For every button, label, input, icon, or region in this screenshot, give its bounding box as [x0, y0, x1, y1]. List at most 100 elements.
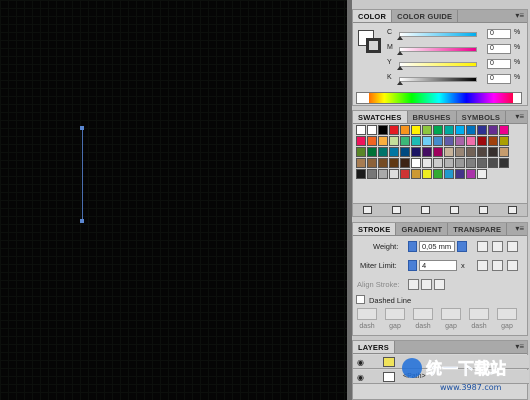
swatch-cell[interactable]	[389, 125, 399, 135]
slider-track-c[interactable]	[399, 32, 477, 37]
swatch-cell[interactable]	[400, 158, 410, 168]
swatch-cell[interactable]	[389, 158, 399, 168]
panel-menu-icon[interactable]: ▾≡	[515, 112, 524, 121]
slider-thumb-k[interactable]	[397, 81, 403, 85]
swatch-cell[interactable]	[356, 147, 366, 157]
slider-thumb-m[interactable]	[397, 51, 403, 55]
swatch-cell[interactable]	[367, 158, 377, 168]
swatch-cell[interactable]	[367, 147, 377, 157]
miter-stepper[interactable]	[408, 260, 417, 271]
show-swatch-kinds-icon[interactable]	[392, 206, 401, 214]
slider-track-k[interactable]	[399, 77, 477, 82]
swatch-cell[interactable]	[433, 136, 443, 146]
miter-join-icon[interactable]	[477, 260, 488, 271]
swatch-cell[interactable]	[477, 147, 487, 157]
swatch-cell[interactable]	[444, 147, 454, 157]
swatch-cell[interactable]	[411, 158, 421, 168]
swatch-cell[interactable]	[488, 147, 498, 157]
bevel-join-icon[interactable]	[507, 260, 518, 271]
swatch-cell[interactable]	[367, 136, 377, 146]
swatch-cell[interactable]	[499, 136, 509, 146]
swatch-cell[interactable]	[433, 158, 443, 168]
swatch-options-icon[interactable]	[421, 206, 430, 214]
swatch-cell[interactable]	[400, 169, 410, 179]
round-join-icon[interactable]	[492, 260, 503, 271]
swatch-cell[interactable]	[389, 169, 399, 179]
swatch-cell[interactable]	[466, 136, 476, 146]
slider-track-m[interactable]	[399, 47, 477, 52]
selected-path[interactable]	[81, 128, 83, 221]
swatch-cell[interactable]	[444, 136, 454, 146]
anchor-point-bottom[interactable]	[80, 219, 84, 223]
eye-icon[interactable]: ◉	[357, 358, 364, 367]
swatch-cell[interactable]	[422, 125, 432, 135]
gap-field[interactable]	[441, 308, 461, 320]
artboard-canvas[interactable]	[0, 0, 347, 400]
swatch-cell[interactable]	[367, 169, 377, 179]
round-cap-icon[interactable]	[492, 241, 503, 252]
slider-value-y[interactable]: 0	[487, 59, 511, 69]
tab-gradient[interactable]: GRADIENT	[396, 223, 449, 235]
swatch-cell[interactable]	[367, 125, 377, 135]
dash-field[interactable]	[469, 308, 489, 320]
swatch-cell[interactable]	[499, 147, 509, 157]
slider-track-y[interactable]	[399, 62, 477, 67]
gap-field[interactable]	[497, 308, 517, 320]
swatch-cell[interactable]	[444, 125, 454, 135]
gap-field[interactable]	[385, 308, 405, 320]
anchor-point-top[interactable]	[80, 126, 84, 130]
swatch-cell[interactable]	[356, 169, 366, 179]
swatch-cell[interactable]	[466, 169, 476, 179]
tab-stroke[interactable]: STROKE	[353, 223, 397, 235]
align-center-icon[interactable]	[408, 279, 419, 290]
swatch-cell[interactable]	[389, 147, 399, 157]
slider-thumb-y[interactable]	[397, 66, 403, 70]
swatch-cell[interactable]	[378, 158, 388, 168]
swatch-cell[interactable]	[400, 125, 410, 135]
new-swatch-icon[interactable]	[479, 206, 488, 214]
swatch-cell[interactable]	[411, 136, 421, 146]
projecting-cap-icon[interactable]	[507, 241, 518, 252]
swatch-cell[interactable]	[477, 136, 487, 146]
swatch-cell[interactable]	[488, 136, 498, 146]
swatch-cell[interactable]	[455, 125, 465, 135]
swatch-cell[interactable]	[488, 125, 498, 135]
swatch-cell[interactable]	[455, 169, 465, 179]
swatch-cell[interactable]	[411, 147, 421, 157]
slider-value-k[interactable]: 0	[487, 74, 511, 84]
swatch-cell[interactable]	[466, 125, 476, 135]
white-color-swatch[interactable]	[513, 93, 521, 103]
align-inside-icon[interactable]	[421, 279, 432, 290]
delete-swatch-icon[interactable]	[508, 206, 517, 214]
swatch-cell[interactable]	[444, 169, 454, 179]
swatch-cell[interactable]	[378, 147, 388, 157]
panel-menu-icon[interactable]: ▾≡	[515, 224, 524, 233]
swatch-cell[interactable]	[499, 158, 509, 168]
eye-icon[interactable]: ◉	[357, 373, 364, 382]
fill-stroke-indicator[interactable]	[358, 30, 382, 54]
swatch-cell[interactable]	[455, 158, 465, 168]
swatch-cell[interactable]	[477, 158, 487, 168]
swatch-cell[interactable]	[444, 158, 454, 168]
swatch-cell[interactable]	[455, 136, 465, 146]
swatch-cell[interactable]	[411, 169, 421, 179]
swatch-cell[interactable]	[477, 169, 487, 179]
new-color-group-icon[interactable]	[450, 206, 459, 214]
color-spectrum-bar[interactable]	[356, 92, 522, 104]
swatch-cell[interactable]	[389, 136, 399, 146]
swatch-cell[interactable]	[356, 136, 366, 146]
tab-layers[interactable]: LAYERS	[353, 341, 395, 353]
swatch-cell[interactable]	[378, 136, 388, 146]
dash-field[interactable]	[357, 308, 377, 320]
weight-dropdown[interactable]	[457, 241, 467, 252]
layer-row[interactable]: ◉ <Path>	[353, 370, 529, 384]
slider-thumb-c[interactable]	[397, 36, 403, 40]
swatch-cell[interactable]	[400, 136, 410, 146]
tab-swatches[interactable]: SWATCHES	[353, 111, 408, 123]
swatch-cell[interactable]	[488, 158, 498, 168]
swatch-cell[interactable]	[422, 169, 432, 179]
swatch-cell[interactable]	[422, 147, 432, 157]
slider-value-c[interactable]: 0	[487, 29, 511, 39]
slider-value-m[interactable]: 0	[487, 44, 511, 54]
butt-cap-icon[interactable]	[477, 241, 488, 252]
